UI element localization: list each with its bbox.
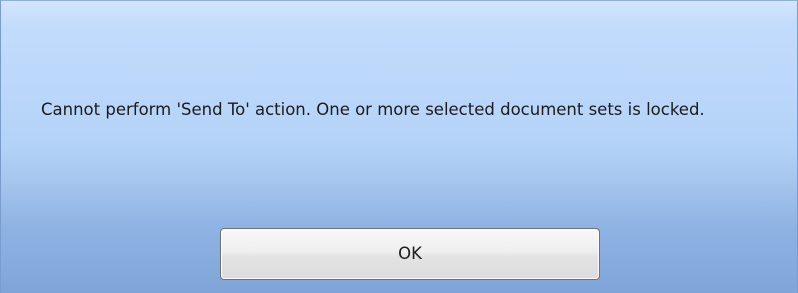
ok-button[interactable]: OK	[220, 228, 600, 280]
message-dialog: Cannot perform 'Send To' action. One or …	[0, 0, 798, 293]
ok-button-label: OK	[398, 244, 422, 263]
dialog-message: Cannot perform 'Send To' action. One or …	[41, 100, 705, 119]
